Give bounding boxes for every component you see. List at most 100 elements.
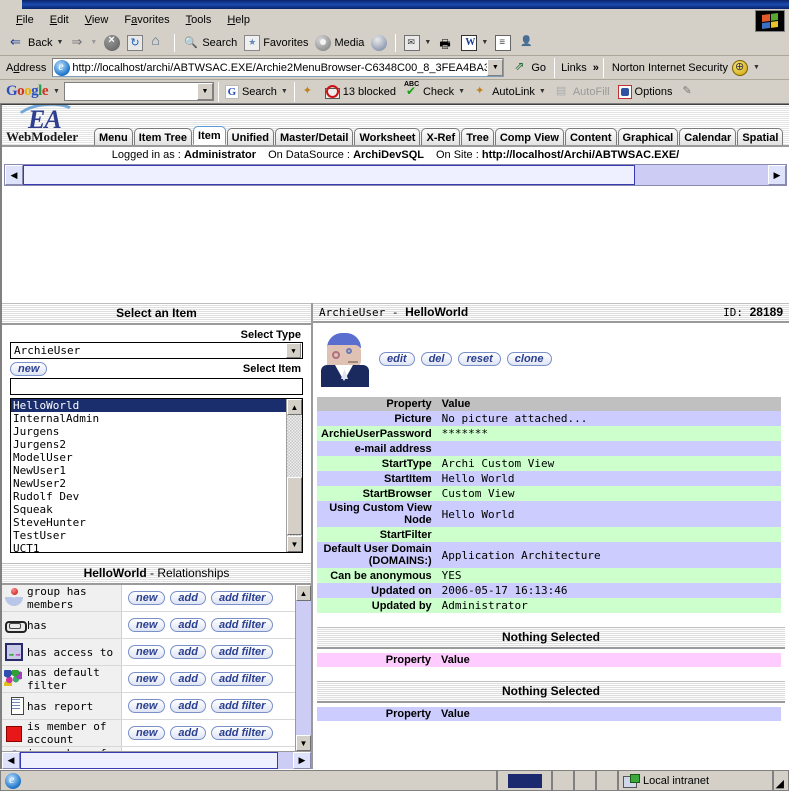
rel-new-button[interactable]: new: [128, 672, 166, 686]
list-item[interactable]: HelloWorld: [11, 399, 286, 412]
scroll-right-icon[interactable]: ▶: [768, 165, 786, 185]
rel-new-button[interactable]: new: [128, 618, 166, 632]
google-autolink-button[interactable]: AutoLink ▼: [471, 84, 548, 100]
rel-add-filter-button[interactable]: add filter: [210, 618, 274, 632]
tab-x-ref[interactable]: X-Ref: [421, 128, 461, 145]
google-search-input[interactable]: ▼: [63, 82, 214, 101]
history-button[interactable]: [368, 33, 390, 53]
list-item[interactable]: Jurgens2: [11, 438, 286, 451]
scroll-left-icon[interactable]: ◀: [5, 165, 23, 185]
refresh-button[interactable]: [124, 33, 146, 53]
rel-scroll-down-icon[interactable]: ▼: [296, 735, 311, 751]
tab-item[interactable]: Item: [193, 126, 226, 145]
scroll-thumb[interactable]: [23, 165, 635, 185]
google-history-dropdown-icon[interactable]: ▼: [196, 83, 213, 100]
address-input[interactable]: http://localhost/archi/ABTWSAC.EXE/Archi…: [52, 58, 505, 77]
address-dropdown-icon[interactable]: ▼: [487, 59, 504, 76]
rel-hscroll-track[interactable]: [278, 752, 293, 769]
delete-item-button[interactable]: del: [420, 352, 453, 366]
messenger-button[interactable]: [515, 33, 537, 53]
reset-item-button[interactable]: reset: [458, 352, 501, 366]
mail-dropdown-icon[interactable]: ▼: [424, 39, 431, 46]
rel-add-button[interactable]: add: [170, 645, 206, 659]
tab-spatial[interactable]: Spatial: [737, 128, 784, 145]
item-list-scrollbar[interactable]: ▲ ▼: [286, 399, 302, 552]
list-item[interactable]: Squeak: [11, 503, 286, 516]
menu-item-help[interactable]: Help: [219, 12, 258, 28]
google-highlight-button[interactable]: [678, 84, 698, 100]
rel-scroll-track[interactable]: [296, 601, 311, 735]
status-zone-cell[interactable]: Local intranet: [618, 770, 773, 791]
google-dropdown-icon[interactable]: ▼: [53, 88, 60, 95]
rel-add-button[interactable]: add: [170, 591, 206, 605]
rel-add-filter-button[interactable]: add filter: [210, 645, 274, 659]
tab-content[interactable]: Content: [564, 128, 617, 145]
tab-tree[interactable]: Tree: [461, 128, 494, 145]
list-item[interactable]: Rudolf Dev: [11, 490, 286, 503]
rel-scroll-up-icon[interactable]: ▲: [296, 585, 311, 601]
menu-item-view[interactable]: View: [77, 12, 117, 28]
item-filter-field[interactable]: [11, 379, 302, 394]
google-options-button[interactable]: Options: [616, 84, 675, 99]
rel-new-button[interactable]: new: [128, 591, 166, 605]
rel-new-button[interactable]: new: [128, 726, 166, 740]
tab-master-detail[interactable]: Master/Detail: [274, 128, 354, 145]
favorites-button[interactable]: Favorites: [241, 33, 311, 53]
tab-item-tree[interactable]: Item Tree: [133, 128, 193, 145]
select-type-chevron-down-icon[interactable]: ▼: [286, 343, 301, 358]
list-item[interactable]: NewUser2: [11, 477, 286, 490]
item-list-scroll-thumb[interactable]: [287, 477, 302, 535]
menu-item-edit[interactable]: Edit: [42, 12, 77, 28]
rel-new-button[interactable]: new: [128, 699, 166, 713]
relationships-horizontal-scrollbar[interactable]: ◀ ▶: [2, 751, 311, 769]
norton-label[interactable]: Norton Internet Security: [608, 62, 728, 74]
rel-add-button[interactable]: add: [170, 699, 206, 713]
media-button[interactable]: Media: [312, 33, 367, 53]
rel-add-button[interactable]: add: [170, 618, 206, 632]
list-item[interactable]: SteveHunter: [11, 516, 286, 529]
rel-add-button[interactable]: add: [170, 672, 206, 686]
norton-dropdown-icon[interactable]: ▼: [753, 64, 760, 71]
tab-unified[interactable]: Unified: [226, 128, 274, 145]
relationships-scrollbar[interactable]: ▲ ▼: [295, 585, 311, 751]
menu-item-tools[interactable]: Tools: [178, 12, 220, 28]
item-filter-input[interactable]: [10, 378, 303, 395]
home-button[interactable]: [147, 32, 169, 53]
google-search-dropdown-icon[interactable]: ▼: [281, 88, 288, 95]
list-item[interactable]: ModelUser: [11, 451, 286, 464]
mail-button[interactable]: ▼: [401, 33, 434, 53]
links-label[interactable]: Links: [559, 62, 589, 74]
back-dropdown-icon[interactable]: ▼: [56, 39, 63, 46]
list-item[interactable]: Jurgens: [11, 425, 286, 438]
menu-item-file[interactable]: File: [8, 12, 42, 28]
google-pagerank-button[interactable]: [299, 84, 319, 100]
google-popup-blocker[interactable]: 13 blocked: [323, 84, 398, 99]
google-spellcheck-button[interactable]: ABC Check ▼: [402, 81, 467, 100]
back-button[interactable]: Back ▼: [6, 33, 66, 53]
rel-add-button[interactable]: add: [170, 726, 206, 740]
item-listbox[interactable]: HelloWorld InternalAdmin Jurgens Jurgens…: [10, 398, 303, 553]
rel-add-filter-button[interactable]: add filter: [210, 699, 274, 713]
tab-comp-view[interactable]: Comp View: [494, 128, 564, 145]
tab-graphical[interactable]: Graphical: [617, 128, 679, 145]
edit-button[interactable]: [492, 33, 514, 53]
list-item[interactable]: NewUser1: [11, 464, 286, 477]
rel-scroll-left-icon[interactable]: ◀: [2, 752, 20, 769]
check-dropdown-icon[interactable]: ▼: [458, 88, 465, 95]
list-item[interactable]: UCT1: [11, 542, 286, 552]
edit-item-button[interactable]: edit: [379, 352, 415, 366]
new-item-button[interactable]: new: [10, 362, 48, 376]
forward-button[interactable]: ▼: [67, 33, 100, 53]
select-type-dropdown[interactable]: ArchieUser ▼: [10, 342, 303, 359]
google-autofill-button[interactable]: AutoFill: [552, 84, 612, 100]
menu-item-favorites[interactable]: Favorites: [116, 12, 177, 28]
rel-add-filter-button[interactable]: add filter: [210, 591, 274, 605]
rel-scroll-right-icon[interactable]: ▶: [293, 752, 311, 769]
tab-worksheet[interactable]: Worksheet: [354, 128, 421, 145]
google-search-button[interactable]: G Search ▼: [223, 84, 290, 99]
scroll-down-icon[interactable]: ▼: [287, 536, 302, 552]
item-list-scroll-track[interactable]: [287, 415, 302, 536]
print-button[interactable]: [435, 33, 457, 56]
clone-item-button[interactable]: clone: [506, 352, 552, 366]
rel-hscroll-thumb[interactable]: [20, 752, 278, 769]
